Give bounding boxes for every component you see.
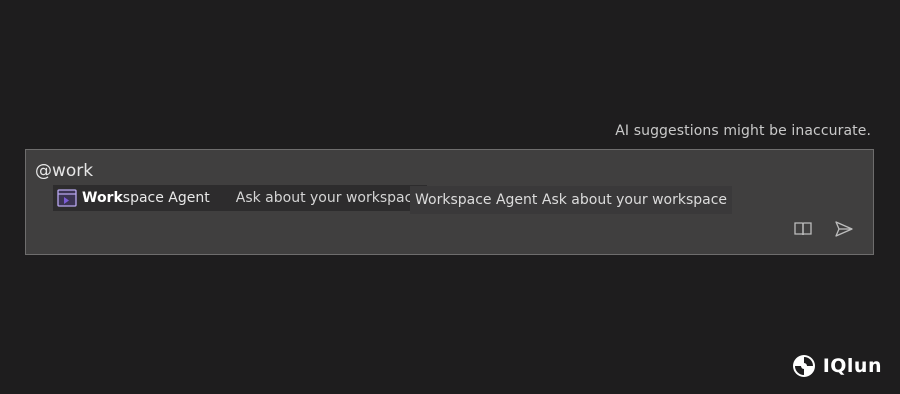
agent-description: Ask about your workspace: [235, 190, 421, 206]
watermark: IQlun: [792, 354, 882, 378]
agent-name: Workspace Agent: [82, 190, 210, 206]
chat-input-text[interactable]: @work: [35, 161, 93, 181]
ai-disclaimer: AI suggestions might be inaccurate.: [615, 123, 871, 139]
chat-input-box[interactable]: @work Workspace Agent Ask about your wor…: [25, 149, 874, 255]
agent-name-match: Work: [82, 190, 123, 206]
workspace-agent-icon: [56, 187, 78, 209]
send-icon[interactable]: [833, 218, 855, 240]
agent-suggestion-item[interactable]: Workspace Agent Ask about your workspace: [53, 185, 427, 211]
watermark-text: IQlun: [822, 355, 882, 377]
suggestion-tooltip: Workspace Agent Ask about your workspace: [410, 186, 733, 214]
iqlun-logo: [792, 354, 816, 378]
agent-name-rest: space Agent: [122, 190, 210, 206]
book-icon[interactable]: [792, 218, 814, 240]
